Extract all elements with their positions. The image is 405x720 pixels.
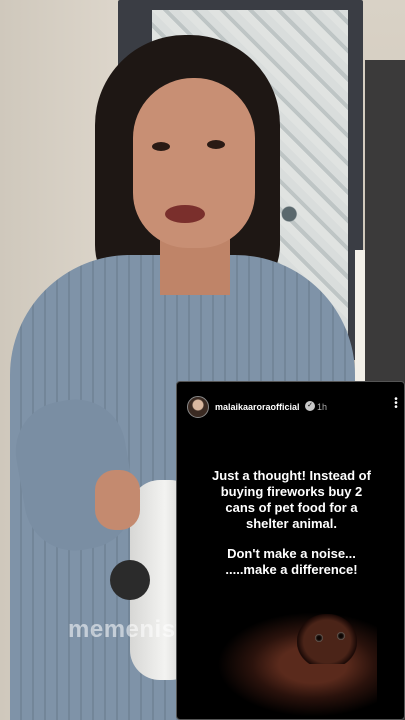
story-line: cans of pet food for a [225,500,358,515]
story-header: malaikaaroraofficial ✓ 1h • • • [177,382,404,434]
right-eye [207,140,225,149]
story-line: buying fireworks buy 2 [220,484,363,499]
mouth [165,205,205,223]
dog-eye [337,632,345,640]
dog-eye [315,634,323,642]
story-line: Don't make a noise... [227,546,356,561]
watermark: memenist [68,616,185,643]
lid-handle [110,560,150,600]
person-face [133,78,255,248]
verified-badge-icon: ✓ [305,401,315,411]
story-time: 1h [317,402,328,412]
person-hand [95,470,140,530]
instagram-story-overlay[interactable]: malaikaaroraofficial ✓ 1h • • • Just a tho… [176,381,405,720]
story-line: shelter animal. [245,516,338,531]
profile-avatar[interactable] [187,396,209,418]
story-username[interactable]: malaikaaroraofficial [215,402,300,412]
left-eye [152,142,170,151]
story-text: Just a thought! Instead of buying firewo… [187,468,396,578]
story-line: .....make a difference! [225,562,358,577]
story-line: Just a thought! Instead of [212,468,371,483]
dog-head [297,614,357,664]
more-vertical-icon[interactable]: • • • [394,395,398,413]
